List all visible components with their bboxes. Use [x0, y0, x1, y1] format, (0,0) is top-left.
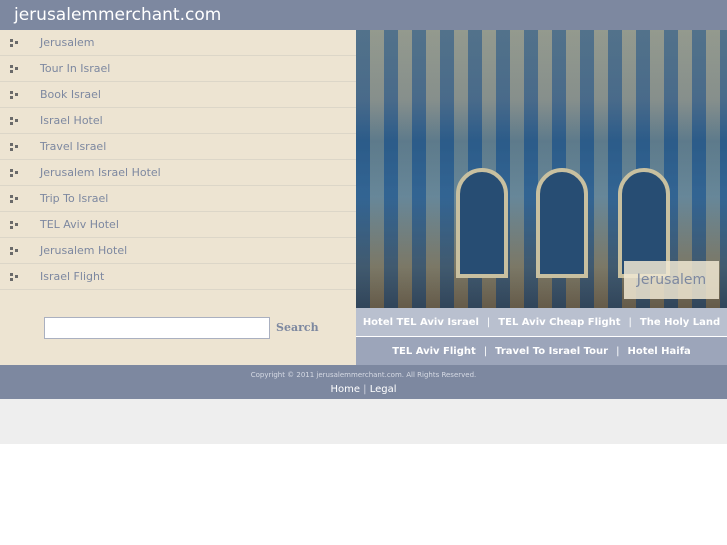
footer: Copyright © 2011 jerusalemmerchant.com. …: [0, 365, 727, 399]
search-button[interactable]: Search: [276, 321, 319, 334]
bottom-band: [0, 399, 727, 444]
copyright: Copyright © 2011 jerusalemmerchant.com. …: [250, 371, 477, 379]
bullet-icon: [10, 273, 19, 281]
bullet-icon: [10, 221, 19, 229]
search-input[interactable]: [44, 317, 270, 339]
sidebar-item-label: Book Israel: [40, 88, 101, 101]
sidebar-item-label: Travel Israel: [40, 140, 107, 153]
footer-nav-link[interactable]: The Holy Land: [640, 317, 720, 328]
link-separator: |: [483, 345, 488, 357]
links-row-1: Hotel TEL Aviv Israel | TEL Aviv Cheap Fli…: [356, 308, 727, 336]
sidebar-item[interactable]: TEL Aviv Hotel: [0, 212, 356, 238]
sidebar-item[interactable]: Jerusalem: [0, 30, 356, 56]
sidebar-item[interactable]: Jerusalem Hotel: [0, 238, 356, 264]
bullet-icon: [10, 117, 19, 125]
sidebar-item[interactable]: Israel Flight: [0, 264, 356, 290]
footer-nav-link[interactable]: TEL Aviv Flight: [392, 346, 476, 357]
sidebar-menu: Jerusalem Tour In Israel Book Israel Israel…: [0, 30, 356, 290]
bullet-icon: [10, 169, 19, 177]
sidebar-item[interactable]: Israel Hotel: [0, 108, 356, 134]
bullet-icon: [10, 143, 19, 151]
bullet-icon: [10, 91, 19, 99]
sidebar-item-label: Jerusalem: [40, 36, 95, 49]
footer-nav-link[interactable]: Hotel TEL Aviv Israel: [363, 317, 479, 328]
sidebar-item-label: TEL Aviv Hotel: [40, 218, 119, 231]
sidebar-item[interactable]: Travel Israel: [0, 134, 356, 160]
sidebar-item-label: Tour In Israel: [40, 62, 111, 75]
footer-home-link[interactable]: Home: [330, 384, 360, 395]
footer-separator: |: [363, 384, 367, 395]
link-separator: |: [616, 345, 620, 357]
sidebar-item[interactable]: Book Israel: [0, 82, 356, 108]
sidebar: Jerusalem Tour In Israel Book Israel Israel…: [0, 30, 356, 365]
hero-image: Jerusalem: [356, 30, 727, 308]
sidebar-item[interactable]: Jerusalem Israel Hotel: [0, 160, 356, 186]
hero-caption: Jerusalem: [624, 261, 719, 299]
sidebar-item-label: Jerusalem Hotel: [40, 244, 128, 257]
sidebar-item-label: Israel Flight: [40, 270, 105, 283]
bullet-icon: [10, 195, 19, 203]
sidebar-item[interactable]: Tour In Israel: [0, 56, 356, 82]
sidebar-item[interactable]: Trip To Israel: [0, 186, 356, 212]
link-separator: |: [486, 316, 491, 328]
bullet-icon: [10, 65, 19, 73]
link-separator: |: [628, 316, 632, 328]
links-row-2: TEL Aviv Flight | Travel To Israel Tour | Ho…: [356, 337, 727, 365]
site-header: jerusalemmerchant.com: [0, 0, 727, 30]
mosaic-arch: [536, 168, 588, 278]
bullet-icon: [10, 39, 19, 47]
site-title[interactable]: jerusalemmerchant.com: [14, 5, 221, 25]
sidebar-item-label: Israel Hotel: [40, 114, 103, 127]
sidebar-item-label: Jerusalem Israel Hotel: [40, 166, 161, 179]
mosaic-arch: [456, 168, 508, 278]
footer-nav-link[interactable]: TEL Aviv Cheap Flight: [498, 317, 620, 328]
sidebar-item-label: Trip To Israel: [40, 192, 109, 205]
bullet-icon: [10, 247, 19, 255]
footer-nav-link[interactable]: Travel To Israel Tour: [495, 346, 608, 357]
footer-nav-link[interactable]: Hotel Haifa: [627, 346, 690, 357]
footer-legal-link[interactable]: Legal: [370, 384, 397, 395]
